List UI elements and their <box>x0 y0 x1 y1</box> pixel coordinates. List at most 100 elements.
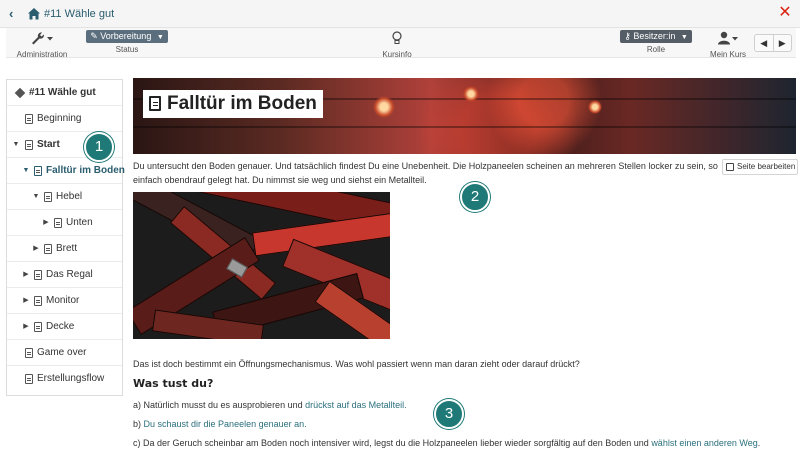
course-toolbar: Administration ✎ Vorbereitung ▼ Status K… <box>6 28 796 60</box>
status-label: Status <box>115 45 139 54</box>
page-icon <box>34 166 42 176</box>
menu-item-label: Hebel <box>56 191 83 202</box>
callout-badge-1: 1 <box>84 132 114 162</box>
page-title: Falltür im Boden <box>167 93 317 114</box>
page-icon <box>44 192 52 202</box>
menu-item-label: Beginning <box>37 113 82 124</box>
intro-line-2: einfach obendrauf gelegt hat. Du nimmst … <box>133 175 427 185</box>
page-icon <box>54 218 62 228</box>
role-value: Besitzer:in <box>633 31 676 41</box>
option-a-link[interactable]: drückst auf das Metallteil. <box>305 400 407 410</box>
page-icon <box>25 374 33 384</box>
option-c: c) Da der Geruch scheinbar am Boden noch… <box>133 437 760 450</box>
menu-item-das-regal[interactable]: ▶ Das Regal <box>7 262 122 288</box>
edit-page-label: Seite bearbeiten <box>737 162 796 171</box>
callout-badge-3: 3 <box>434 399 464 429</box>
caret-down-icon[interactable]: ▼ <box>32 184 40 210</box>
menu-item-falltuer-im-boden[interactable]: ▼ Falltür im Boden <box>7 158 125 184</box>
option-c-suffix: . <box>757 438 761 448</box>
wrench-icon <box>32 32 53 45</box>
kursinfo-label: Kursinfo <box>382 50 412 59</box>
option-b-text: b) <box>133 419 144 429</box>
administration-label: Administration <box>16 50 68 59</box>
page-icon <box>25 114 33 124</box>
caret-right-icon[interactable]: ▶ <box>22 314 30 340</box>
menu-item-hebel[interactable]: ▼ Hebel <box>7 184 122 210</box>
option-c-text: c) Da der Geruch scheinbar am Boden noch… <box>133 438 652 448</box>
course-cube-icon <box>14 87 26 99</box>
administration-tool[interactable]: Administration <box>14 28 70 60</box>
page-icon <box>44 244 52 254</box>
previous-arrow-icon[interactable]: ◀ <box>755 35 774 51</box>
status-value: Vorbereitung <box>100 31 152 41</box>
banner-lamp-glow <box>463 86 479 102</box>
course-breadcrumb[interactable]: #11 Wähle gut <box>44 8 114 21</box>
option-b: b) Du schaust dir die Paneelen genauer a… <box>133 418 307 431</box>
menu-item-label: Falltür im Boden <box>46 165 125 176</box>
banner-shelf-line <box>133 126 796 128</box>
floor-image <box>133 192 390 339</box>
page-icon <box>34 322 42 332</box>
menu-item-unten[interactable]: ▶ Unten <box>7 210 122 236</box>
caret-right-icon[interactable]: ▶ <box>22 288 30 314</box>
page-icon <box>25 140 33 150</box>
mycourse-label: Mein Kurs <box>709 50 746 59</box>
banner-lamp-glow <box>373 96 395 118</box>
menu-item-brett[interactable]: ▶ Brett <box>7 236 122 262</box>
status-tool[interactable]: ✎ Vorbereitung ▼ Status <box>86 28 168 55</box>
page-title-box: Falltür im Boden <box>143 90 323 118</box>
page-icon <box>25 348 33 358</box>
question-text: Das ist doch bestimmt ein Öffnungsmechan… <box>133 359 580 369</box>
menu-item-label: Erstellungsflow <box>37 373 105 384</box>
page-banner: Falltür im Boden <box>133 78 796 154</box>
caret-down-icon[interactable]: ▼ <box>12 132 20 158</box>
menu-item-label: Das Regal <box>46 269 93 280</box>
back-chevron-icon[interactable]: ‹ <box>9 6 21 22</box>
menu-item-label: Start <box>37 139 60 150</box>
banner-lamp-glow <box>588 100 602 114</box>
caret-right-icon[interactable]: ▶ <box>32 236 40 262</box>
status-dropdown[interactable]: ✎ Vorbereitung ▼ <box>86 30 168 43</box>
role-tool[interactable]: ⚷ Besitzer:in ▼ Rolle <box>618 28 694 55</box>
course-menu: #11 Wähle gut Beginning ▼ Start ▼ Falltü… <box>6 79 125 396</box>
menu-item-course-root[interactable]: #11 Wähle gut <box>7 80 122 106</box>
menu-item-monitor[interactable]: ▶ Monitor <box>7 288 122 314</box>
close-icon[interactable]: ✕ <box>778 5 792 21</box>
intro-line-1: Du untersucht den Boden genauer. Und tat… <box>133 161 720 171</box>
menu-item-label: Unten <box>66 217 93 228</box>
menu-item-erstellungsflow[interactable]: Erstellungsflow <box>7 366 122 392</box>
option-b-link[interactable]: Du schaust dir die Paneelen genauer an. <box>144 419 307 429</box>
edit-page-button[interactable]: Seite bearbeiten <box>722 159 798 175</box>
menu-item-label: Brett <box>56 243 78 254</box>
caret-right-icon[interactable]: ▶ <box>22 262 30 288</box>
caret-down-icon: ▼ <box>680 34 688 41</box>
menu-item-game-over[interactable]: Game over <box>7 340 122 366</box>
page-icon <box>34 296 42 306</box>
menu-item-label: Decke <box>46 321 75 332</box>
menu-item-label: Monitor <box>46 295 80 306</box>
page-nav-buttons: ◀ ▶ <box>754 34 792 52</box>
kursinfo-tool[interactable]: Kursinfo <box>374 28 420 60</box>
pencil-icon: ✎ <box>90 31 98 41</box>
lightbulb-icon <box>392 31 402 44</box>
menu-item-beginning[interactable]: Beginning <box>7 106 122 132</box>
option-c-link[interactable]: wählst einen anderen Weg <box>651 438 757 448</box>
user-icon <box>718 31 738 45</box>
edit-icon <box>726 163 734 171</box>
page-icon <box>149 96 161 111</box>
role-label: Rolle <box>646 45 666 54</box>
next-arrow-icon[interactable]: ▶ <box>774 35 792 51</box>
role-dropdown[interactable]: ⚷ Besitzer:in ▼ <box>620 30 692 43</box>
breadcrumb-bar: ‹ #11 Wähle gut ✕ <box>0 0 800 28</box>
menu-item-label: #11 Wähle gut <box>29 87 96 98</box>
caret-down-icon: ▼ <box>156 34 164 41</box>
menu-item-label: Game over <box>37 347 87 358</box>
caret-right-icon[interactable]: ▶ <box>42 210 50 236</box>
mycourse-tool[interactable]: Mein Kurs <box>706 28 750 60</box>
home-icon[interactable] <box>27 7 41 21</box>
menu-item-decke[interactable]: ▶ Decke <box>7 314 122 340</box>
caret-down-icon[interactable]: ▼ <box>22 158 30 184</box>
options-heading: Was tust du? <box>133 377 214 390</box>
key-icon: ⚷ <box>624 31 631 41</box>
page-icon <box>34 270 42 280</box>
